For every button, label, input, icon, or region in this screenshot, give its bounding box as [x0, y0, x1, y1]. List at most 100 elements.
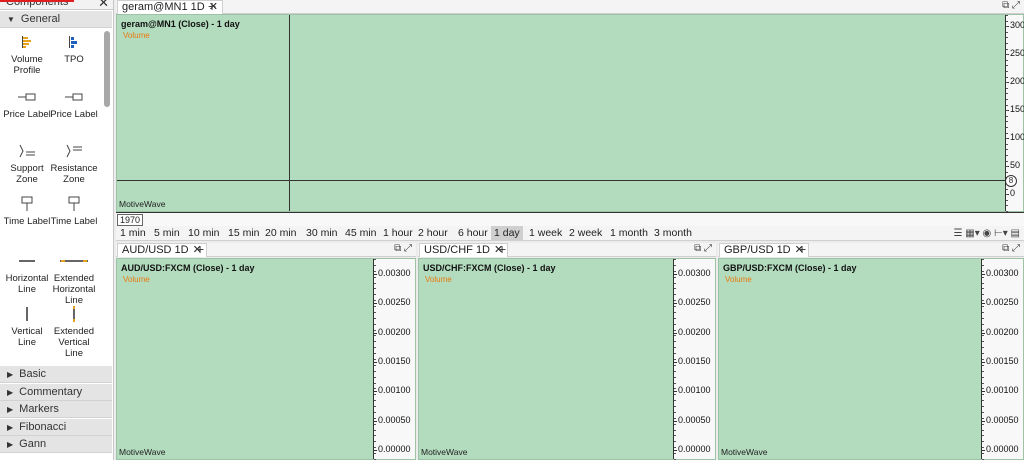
axis-minor-tick	[982, 264, 984, 266]
time-label-icon	[2, 195, 52, 213]
popout-icon[interactable]: ⧉	[1002, 0, 1009, 11]
price-marker[interactable]: 8	[1005, 175, 1017, 187]
sub-tab[interactable]: GBP/USD 1D ✕	[719, 243, 809, 257]
maximize-icon[interactable]: ⤢	[404, 243, 412, 254]
component-support-zone[interactable]: Support Zone	[2, 142, 52, 185]
sub-tab[interactable]: AUD/USD 1D ✕	[117, 243, 207, 257]
component-volume-profile[interactable]: Volume Profile	[2, 33, 52, 76]
axis-minor-tick	[374, 341, 376, 343]
component-time-label[interactable]: Time Label	[49, 195, 99, 227]
component-label: Extended Horizontal Line	[52, 273, 96, 306]
component-time-label[interactable]: Time Label	[2, 195, 52, 227]
timeframe-1-week[interactable]: 1 week	[526, 226, 565, 241]
axis-minor-tick	[374, 447, 376, 449]
axis-minor-tick	[1006, 160, 1008, 162]
tpo-icon	[49, 33, 99, 51]
sub-plot-area[interactable]: GBP/USD:FXCM (Close) - 1 day Volume Motive…	[718, 258, 1024, 460]
axis-minor-tick	[374, 276, 376, 278]
axis-tick-label: 0.00250	[678, 297, 711, 308]
axis-minor-tick	[982, 411, 984, 413]
timeframe-1-day[interactable]: 1 day	[491, 226, 523, 241]
sub-tab[interactable]: USD/CHF 1D ✕	[419, 243, 509, 257]
axis-tick-label: 0.00100	[678, 385, 711, 396]
timeframe-2-week[interactable]: 2 week	[566, 226, 605, 241]
axis-minor-tick	[374, 370, 376, 372]
axis-minor-tick	[982, 270, 984, 272]
price-axis[interactable]: 0.00300 0.00250 0.00200 0.00150 0.00100 0.000…	[673, 259, 715, 460]
axis-minor-tick	[374, 264, 376, 266]
timeframe-1-min[interactable]: 1 min	[117, 226, 149, 241]
component-extended-horizontal-line[interactable]: Extended Horizontal Line	[49, 252, 99, 306]
add-tab-icon[interactable]: +	[208, 0, 216, 14]
component-label: Resistance Zone	[50, 163, 98, 185]
group-gann[interactable]: ▶ Gann	[0, 436, 112, 453]
timeframe-20-min[interactable]: 20 min	[262, 226, 300, 241]
main-plot-area[interactable]: geram@MN1 (Close) - 1 day Volume MotiveW…	[116, 14, 1024, 212]
popout-icon[interactable]: ⧉	[1002, 243, 1009, 254]
eye-icon[interactable]: ◉	[983, 228, 992, 239]
component-extended-vertical-line[interactable]: Extended Vertical Line	[49, 305, 99, 359]
axis-minor-tick	[374, 394, 376, 396]
sidebar-scrollbar[interactable]	[104, 31, 110, 107]
axis-tick-label: 0.00100	[378, 385, 411, 396]
group-markers[interactable]: ▶ Markers	[0, 401, 112, 418]
sub-plot-area[interactable]: USD/CHF:FXCM (Close) - 1 day Volume Motive…	[418, 258, 716, 460]
axis-tick	[674, 361, 677, 363]
group-commentary[interactable]: ▶ Commentary	[0, 383, 112, 401]
timeframe-6-hour[interactable]: 6 hour	[455, 226, 491, 241]
axis-minor-tick	[374, 406, 376, 408]
component-price-label[interactable]: Price Label	[49, 88, 99, 120]
axis-tick-label: 0.00300	[986, 267, 1019, 278]
time-axis[interactable]: 1970	[116, 212, 1024, 226]
axis-minor-tick	[374, 282, 376, 284]
maximize-icon[interactable]: ⤢	[1012, 0, 1020, 11]
sub-chart-panel: USD/CHF 1D ✕ + ⧉ ⤢ USD/CHF:FXCM (Close) - 1 …	[418, 241, 716, 460]
axis-tick-label: 0.00150	[986, 355, 1019, 366]
maximize-icon[interactable]: ⤢	[704, 243, 712, 254]
timeframe-2-hour[interactable]: 2 hour	[415, 226, 451, 241]
axis-minor-tick	[374, 335, 376, 337]
component-price-label[interactable]: Price Label	[2, 88, 52, 120]
close-icon[interactable]: ✕	[98, 0, 109, 11]
group-general[interactable]: ▼ General	[0, 11, 112, 28]
axis-tick-label: 300	[1010, 20, 1024, 31]
axis-minor-tick	[982, 335, 984, 337]
sub-plot-area[interactable]: AUD/USD:FXCM (Close) - 1 day Volume Motive…	[116, 258, 416, 460]
timeframe-1-month[interactable]: 1 month	[607, 226, 651, 241]
maximize-icon[interactable]: ⤢	[1012, 243, 1020, 254]
range-icon[interactable]: ⊢▾	[994, 228, 1008, 239]
list-icon[interactable]: ☰	[954, 228, 963, 239]
component-tpo[interactable]: TPO	[49, 33, 99, 65]
price-axis[interactable]: 0.00300 0.00250 0.00200 0.00150 0.00100 0.000…	[373, 259, 415, 460]
popout-icon[interactable]: ⧉	[394, 243, 401, 254]
axis-minor-tick	[982, 276, 984, 278]
add-tab-icon[interactable]: +	[498, 241, 506, 257]
timeframe-10-min[interactable]: 10 min	[185, 226, 223, 241]
component-resistance-zone[interactable]: Resistance Zone	[49, 142, 99, 185]
axis-minor-tick	[982, 394, 984, 396]
timeframe-3-month[interactable]: 3 month	[651, 226, 695, 241]
timeframe-30-min[interactable]: 30 min	[303, 226, 341, 241]
group-fibonacci[interactable]: ▶ Fibonacci	[0, 418, 112, 436]
axis-minor-tick	[674, 270, 676, 272]
timeframe-15-min[interactable]: 15 min	[225, 226, 263, 241]
price-axis[interactable]: 0.00300 0.00250 0.00200 0.00150 0.00100 0.000…	[981, 259, 1023, 460]
calendar-icon[interactable]: ▤	[1011, 228, 1020, 239]
axis-minor-tick	[374, 259, 376, 260]
axis-tick-label: 150	[1010, 104, 1024, 115]
timeframe-5-min[interactable]: 5 min	[151, 226, 183, 241]
axis-tick	[374, 303, 377, 305]
timeframe-1-hour[interactable]: 1 hour	[380, 226, 416, 241]
sub-tabbar: USD/CHF 1D ✕ + ⧉ ⤢	[418, 241, 716, 257]
chart-style-icon[interactable]: ▦▾	[965, 228, 979, 239]
component-horizontal-line[interactable]: Horizontal Line	[2, 252, 52, 295]
axis-minor-tick	[674, 282, 676, 284]
popout-icon[interactable]: ⧉	[694, 243, 701, 254]
add-tab-icon[interactable]: +	[798, 241, 806, 257]
volume-label: Volume	[123, 31, 150, 40]
group-basic[interactable]: ▶ Basic	[0, 366, 112, 383]
sidebar-header: Components ✕	[0, 0, 113, 11]
component-vertical-line[interactable]: Vertical Line	[2, 305, 52, 348]
add-tab-icon[interactable]: +	[196, 241, 204, 257]
timeframe-45-min[interactable]: 45 min	[342, 226, 380, 241]
